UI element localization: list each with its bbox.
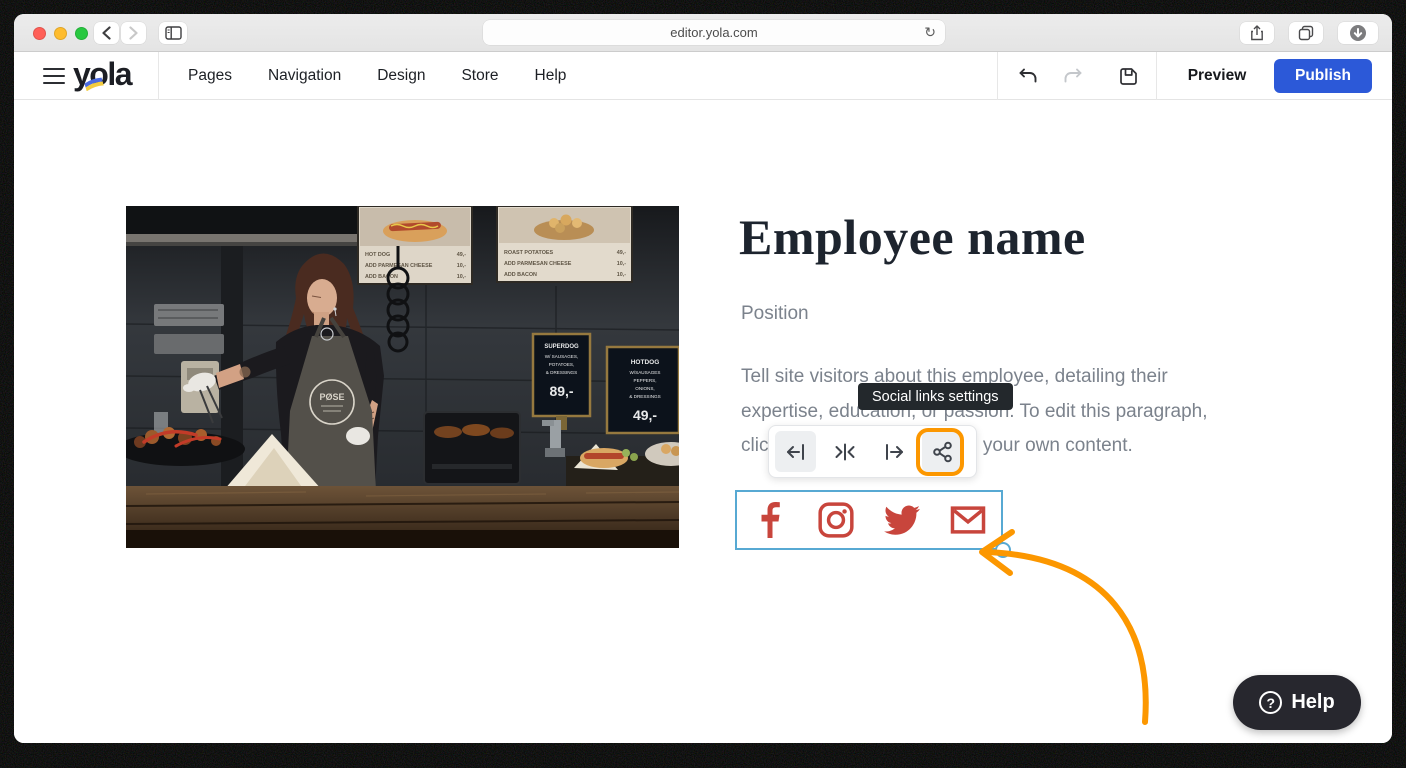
widget-floating-toolbar bbox=[768, 425, 977, 478]
email-icon[interactable] bbox=[949, 501, 987, 539]
help-button[interactable]: ? Help bbox=[1233, 675, 1361, 730]
site-canvas: HOT DOG 49,- ADD PARMESAN CHEESE 10,- ADD … bbox=[14, 100, 1392, 743]
tutorial-arrow bbox=[950, 430, 1170, 730]
zoom-window-button[interactable] bbox=[75, 27, 88, 40]
employee-name-heading[interactable]: Employee name bbox=[739, 208, 1086, 266]
svg-text:ADD PARMESAN CHEESE: ADD PARMESAN CHEESE bbox=[504, 261, 572, 267]
chevron-right-icon bbox=[128, 26, 139, 40]
publish-button[interactable]: Publish bbox=[1274, 59, 1372, 93]
food-stall-photo-illustration: HOT DOG 49,- ADD PARMESAN CHEESE 10,- ADD … bbox=[126, 206, 679, 548]
svg-text:49,-: 49,- bbox=[457, 252, 466, 258]
browser-toolbar: editor.yola.com ↻ bbox=[14, 14, 1392, 52]
save-button[interactable] bbox=[1117, 65, 1139, 87]
svg-text:89,-: 89,- bbox=[549, 383, 573, 399]
svg-text:HOTDOG: HOTDOG bbox=[631, 359, 660, 366]
svg-text:ROAST POTATOES: ROAST POTATOES bbox=[504, 250, 554, 256]
address-bar[interactable]: editor.yola.com ↻ bbox=[483, 20, 945, 45]
employee-photo[interactable]: HOT DOG 49,- ADD PARMESAN CHEESE 10,- ADD … bbox=[126, 206, 679, 548]
help-button-label: Help bbox=[1291, 691, 1334, 714]
tab-overview-button[interactable] bbox=[1289, 22, 1323, 44]
svg-text:PEPPERS,: PEPPERS, bbox=[634, 378, 657, 383]
social-links-settings-button[interactable] bbox=[922, 431, 963, 472]
menu-board-left: HOT DOG49,- ADD PARMESAN CHEESE10,- ADD … bbox=[358, 206, 472, 284]
redo-button[interactable] bbox=[1062, 65, 1084, 87]
hotdog-sign: HOTDOG W/SAUSAGES PEPPERS, ONIONS, & DRE… bbox=[607, 347, 679, 433]
undo-icon bbox=[1017, 65, 1039, 87]
grill-machine bbox=[424, 412, 520, 484]
twitter-icon[interactable] bbox=[883, 501, 921, 539]
menu-navigation[interactable]: Navigation bbox=[268, 67, 341, 85]
close-window-button[interactable] bbox=[33, 27, 46, 40]
minimize-window-button[interactable] bbox=[54, 27, 67, 40]
align-left-icon bbox=[784, 440, 808, 464]
back-button[interactable] bbox=[94, 22, 119, 44]
url-text: editor.yola.com bbox=[670, 25, 757, 40]
main-menu-button[interactable] bbox=[43, 68, 65, 84]
share-page-button[interactable] bbox=[1240, 22, 1274, 44]
downloads-button[interactable] bbox=[1338, 22, 1378, 44]
preview-button[interactable]: Preview bbox=[1177, 52, 1257, 100]
sidebar-icon bbox=[165, 26, 182, 40]
facebook-icon[interactable] bbox=[751, 501, 789, 539]
toolbar-divider bbox=[1156, 52, 1157, 100]
svg-text:49,-: 49,- bbox=[633, 407, 657, 423]
superdog-sign: SUPERDOG W/ SAUSAGES, POTATOES, & DRESSI… bbox=[533, 334, 590, 430]
svg-text:W/ SAUSAGES,: W/ SAUSAGES, bbox=[545, 354, 578, 359]
svg-text:& DRESSINGS: & DRESSINGS bbox=[629, 394, 660, 399]
svg-text:10,-: 10,- bbox=[617, 272, 626, 278]
svg-text:ADD BACON: ADD BACON bbox=[365, 274, 398, 280]
align-right-button[interactable] bbox=[873, 431, 914, 472]
svg-text:PØSE: PØSE bbox=[319, 392, 344, 402]
editor-toolbar: yola Pages Navigation Design Store Help bbox=[14, 52, 1392, 100]
svg-text:10,-: 10,- bbox=[457, 274, 466, 280]
toolbar-divider bbox=[997, 52, 998, 100]
svg-text:ONIONS,: ONIONS, bbox=[635, 386, 654, 391]
menu-store[interactable]: Store bbox=[461, 67, 498, 85]
toolbar-divider bbox=[158, 52, 159, 100]
social-links-settings-tooltip: Social links settings bbox=[858, 383, 1013, 410]
desktop: editor.yola.com ↻ bbox=[0, 0, 1406, 768]
employee-position-text[interactable]: Position bbox=[741, 303, 809, 325]
download-icon bbox=[1349, 24, 1367, 42]
svg-text:& DRESSINGS: & DRESSINGS bbox=[546, 370, 577, 375]
editor-menu: Pages Navigation Design Store Help bbox=[188, 52, 566, 100]
chevron-left-icon bbox=[101, 26, 112, 40]
menu-board-right: ROAST POTATOES 49,- ADD PARMESAN CHEESE 10… bbox=[497, 206, 632, 282]
browser-window: editor.yola.com ↻ bbox=[14, 14, 1392, 743]
menu-pages[interactable]: Pages bbox=[188, 67, 232, 85]
tabs-icon bbox=[1298, 25, 1314, 41]
svg-text:W/SAUSAGES: W/SAUSAGES bbox=[630, 370, 661, 375]
align-center-button[interactable] bbox=[824, 431, 865, 472]
selection-resize-handle[interactable] bbox=[995, 542, 1011, 558]
svg-text:ADD BACON: ADD BACON bbox=[504, 272, 537, 278]
sidebar-toggle-button[interactable] bbox=[159, 22, 187, 44]
menu-help[interactable]: Help bbox=[535, 67, 567, 85]
svg-text:HOT DOG: HOT DOG bbox=[365, 252, 390, 258]
align-right-icon bbox=[882, 440, 906, 464]
svg-text:SUPERDOG: SUPERDOG bbox=[544, 344, 579, 350]
svg-text:49,-: 49,- bbox=[617, 250, 626, 256]
align-center-icon bbox=[833, 440, 857, 464]
reload-icon[interactable]: ↻ bbox=[924, 24, 936, 41]
redo-icon bbox=[1062, 65, 1084, 87]
yola-logo-flag-icon bbox=[83, 77, 105, 91]
undo-button[interactable] bbox=[1017, 65, 1039, 87]
share-page-icon bbox=[1250, 25, 1264, 41]
svg-text:10,-: 10,- bbox=[617, 261, 626, 267]
save-icon bbox=[1117, 65, 1139, 87]
align-left-button[interactable] bbox=[775, 431, 816, 472]
tooltip-label: Social links settings bbox=[872, 389, 999, 405]
svg-text:POTATOES,: POTATOES, bbox=[549, 362, 575, 367]
share-icon bbox=[931, 440, 955, 464]
menu-design[interactable]: Design bbox=[377, 67, 425, 85]
social-links-widget[interactable] bbox=[735, 490, 1003, 550]
forward-button[interactable] bbox=[121, 22, 146, 44]
instagram-icon[interactable] bbox=[817, 501, 855, 539]
question-mark-icon: ? bbox=[1259, 691, 1282, 714]
svg-text:10,-: 10,- bbox=[457, 263, 466, 269]
